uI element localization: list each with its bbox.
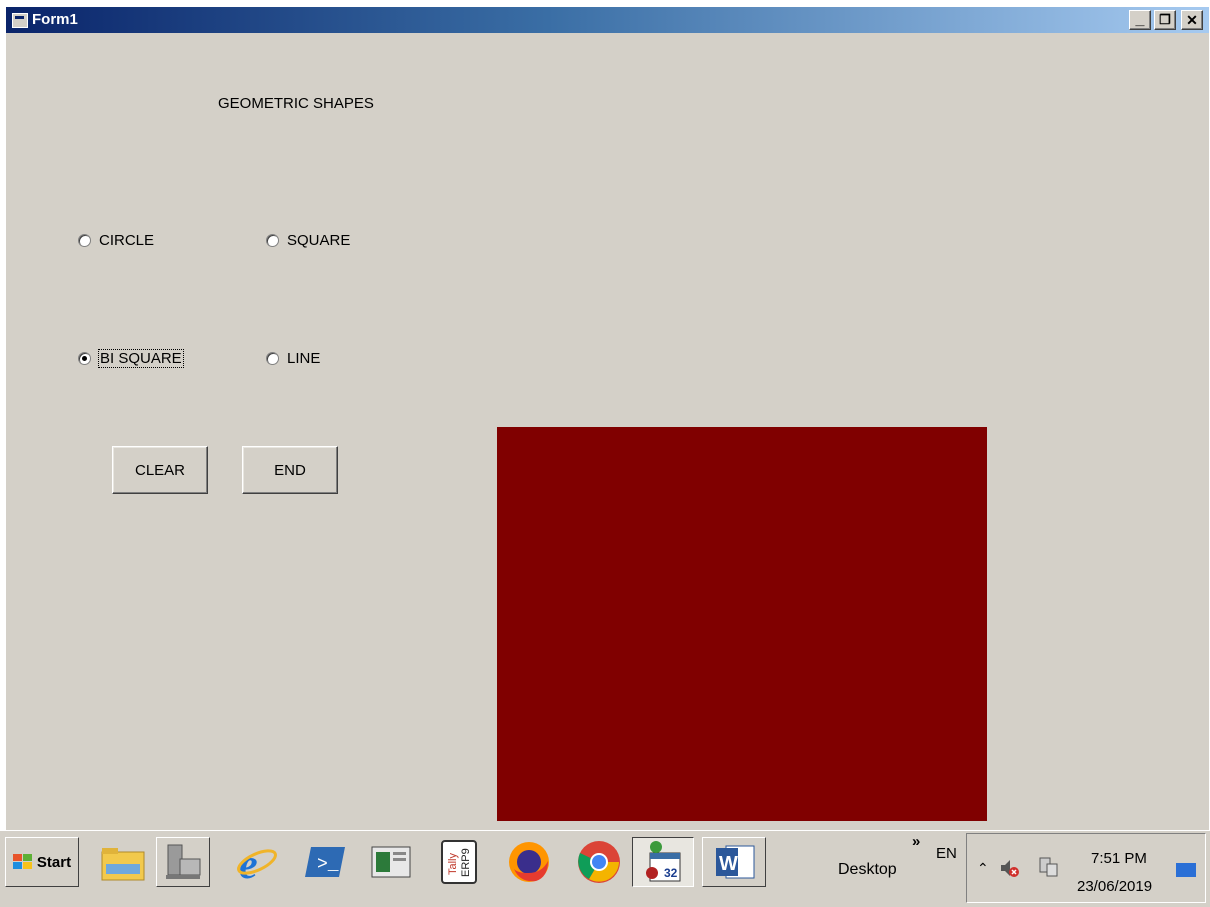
app-window-icon[interactable] [364, 837, 418, 887]
close-button[interactable]: ✕ [1181, 10, 1203, 30]
calendar-app-icon[interactable]: 32 [632, 837, 694, 887]
radio-circle-indicator[interactable] [78, 234, 91, 247]
word-letter: W [719, 853, 738, 875]
volume-muted-icon[interactable] [999, 858, 1021, 881]
language-indicator[interactable]: EN [936, 845, 957, 862]
page-title: GEOMETRIC SHAPES [218, 95, 374, 112]
radio-square[interactable]: SQUARE [266, 232, 350, 249]
chrome-icon[interactable] [572, 837, 626, 887]
firefox-icon[interactable] [502, 837, 556, 887]
show-hidden-icons-icon[interactable]: ⌃ [977, 860, 989, 877]
file-explorer-icon[interactable] [96, 837, 150, 887]
erp9-text: ERP9 [460, 848, 472, 877]
radio-line-indicator[interactable] [266, 352, 279, 365]
tally-text: Tally [447, 852, 459, 875]
show-desktop-icon[interactable] [1175, 862, 1197, 881]
radio-line[interactable]: LINE [266, 350, 320, 367]
start-label: Start [36, 853, 72, 871]
desktop-toolbar-label[interactable]: Desktop [838, 861, 897, 879]
word-icon[interactable]: W [702, 837, 766, 887]
drawn-bi-square-shape [497, 427, 987, 821]
window-title: Form1 [32, 11, 78, 28]
app-icon[interactable] [12, 13, 28, 28]
taskbar: Start e >_ Tally ERP9 32 W » Desktop EN [0, 830, 1210, 907]
end-button[interactable]: END [242, 446, 338, 494]
system-tray: ⌃ 7:51 PM 23/06/2019 [966, 833, 1206, 903]
clock-time[interactable]: 7:51 PM [1091, 850, 1147, 867]
radio-bi-square-indicator[interactable] [78, 352, 91, 365]
control-panel-icon[interactable] [156, 837, 210, 887]
start-button[interactable]: Start [5, 837, 79, 887]
internet-explorer-icon[interactable]: e [230, 837, 284, 887]
clear-button[interactable]: CLEAR [112, 446, 208, 494]
svg-text:>_: >_ [317, 855, 339, 875]
powershell-icon[interactable]: >_ [298, 837, 352, 887]
network-icon[interactable] [1037, 856, 1061, 883]
tally-erp-icon[interactable]: Tally ERP9 [432, 837, 486, 887]
radio-circle[interactable]: CIRCLE [78, 232, 154, 249]
windows-logo-icon [12, 854, 33, 870]
radio-square-indicator[interactable] [266, 234, 279, 247]
restore-button[interactable]: ❐ [1154, 10, 1176, 30]
toolbar-chevron[interactable]: » [912, 833, 920, 850]
radio-bi-square-label: BI SQUARE [98, 349, 184, 368]
radio-square-label: SQUARE [287, 232, 351, 249]
radio-circle-label: CIRCLE [99, 232, 155, 249]
radio-line-label: LINE [287, 350, 321, 367]
radio-bi-square[interactable]: BI SQUARE [78, 349, 184, 368]
form1-window: Form1 _ ❐ ✕ GEOMETRIC SHAPES CIRCLE SQUA… [6, 7, 1209, 830]
minimize-button[interactable]: _ [1129, 10, 1151, 30]
title-bar[interactable]: Form1 _ ❐ ✕ [6, 7, 1209, 33]
calendar-number: 32 [664, 866, 678, 880]
clock-date[interactable]: 23/06/2019 [1077, 878, 1152, 895]
